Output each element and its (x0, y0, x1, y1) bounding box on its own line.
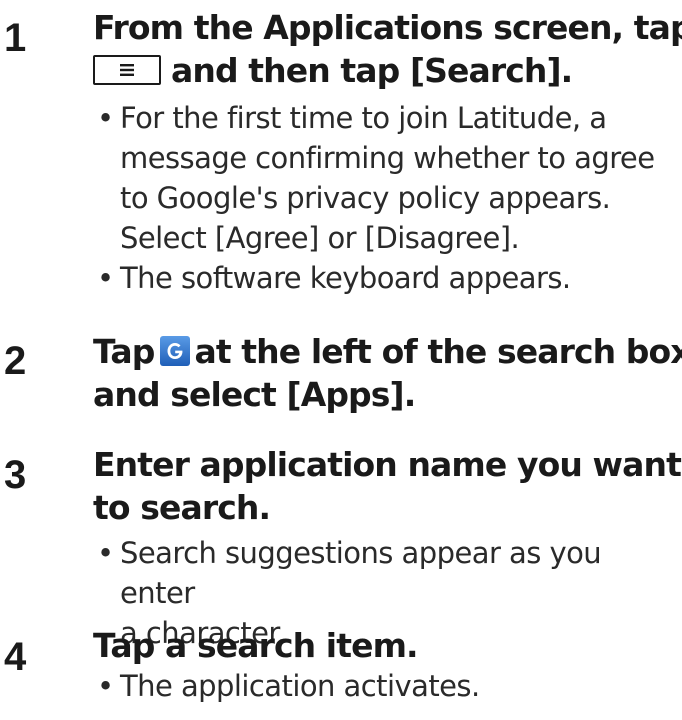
step-title-line: and then tap [Search]. (93, 49, 678, 92)
step-number: 2 (4, 339, 27, 383)
note-item: The application activates. (93, 666, 678, 706)
note-line: The application activates. (120, 669, 480, 703)
note-line: Search suggestions appear as you enter (120, 536, 602, 610)
step-title-text: at the left of the search box (194, 332, 682, 371)
step-title: Tap at the left of the search box and sel… (93, 330, 682, 416)
note-line: message confirming whether to agree (120, 141, 655, 175)
step-number: 3 (4, 453, 27, 497)
step-title: Tap a search item. (93, 624, 678, 667)
google-search-icon (160, 333, 191, 366)
step-title-line: to search. (93, 488, 271, 527)
step-number: 4 (4, 635, 27, 679)
step-title-line: and select [Apps]. (93, 375, 416, 414)
note-item: The software keyboard appears. (93, 258, 678, 298)
step-number: 1 (4, 16, 27, 60)
step-title: From the Applications screen, tap and th… (93, 6, 682, 92)
note-line: The software keyboard appears. (120, 261, 571, 295)
step-notes: The application activates. (93, 666, 678, 706)
step-title-line: Tap at the left of the search box (93, 330, 682, 373)
note-line: For the first time to join Latitude, a (120, 101, 607, 135)
step-notes: For the first time to join Latitude, a m… (93, 98, 678, 298)
note-line: Select [Agree] or [Disagree]. (120, 221, 520, 255)
step-title-line: Tap a search item. (93, 626, 419, 665)
note-item: For the first time to join Latitude, a m… (93, 98, 678, 258)
menu-key-icon (93, 55, 161, 85)
step-title: Enter application name you want to searc… (93, 443, 682, 529)
step-title-line: Enter application name you want (93, 445, 682, 484)
step-title-text: and then tap [Search]. (171, 51, 573, 90)
note-line: to Google's privacy policy appears. (120, 181, 611, 215)
step-title-line: From the Applications screen, tap (93, 8, 682, 47)
step-title-text: Tap (93, 332, 155, 371)
